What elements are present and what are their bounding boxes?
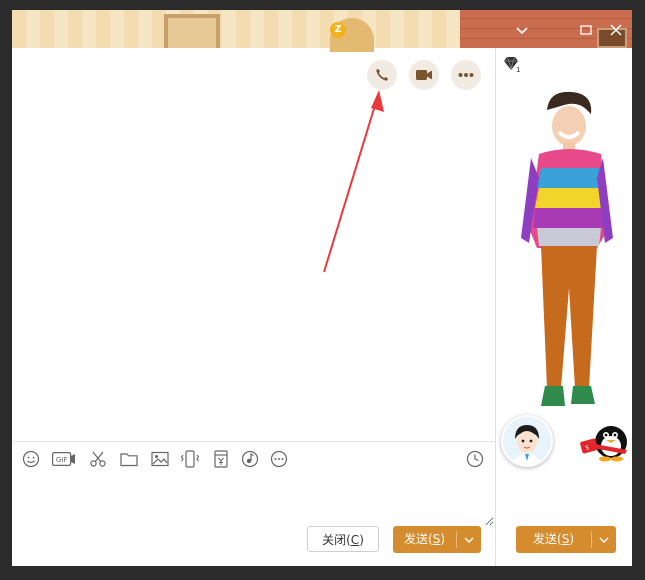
title-badge: Z (330, 22, 346, 38)
close-icon[interactable] (608, 22, 624, 38)
chevron-down-icon (599, 537, 609, 543)
shake-icon[interactable] (180, 450, 200, 468)
scissors-icon[interactable] (88, 450, 108, 468)
send-button-suffix: ) (440, 532, 445, 546)
send-button-secondary-label: 发送( (533, 532, 562, 546)
close-button-label: 关闭( (322, 533, 351, 547)
voice-call-button[interactable] (367, 60, 397, 90)
chevron-down-icon[interactable] (514, 22, 530, 38)
more-dots-icon (458, 73, 474, 77)
history-clock-icon[interactable] (465, 450, 485, 468)
avatar-character[interactable] (517, 88, 617, 418)
close-button-key: C (350, 533, 360, 547)
folder-icon[interactable] (119, 450, 139, 468)
send-button-secondary-suffix: ) (569, 532, 574, 546)
svg-text:1: 1 (516, 66, 520, 74)
more-circle-icon[interactable] (269, 450, 289, 468)
music-icon[interactable] (240, 450, 260, 468)
video-camera-icon (416, 70, 432, 80)
close-button[interactable]: 关闭(C) (307, 526, 379, 552)
emoji-icon[interactable] (21, 450, 41, 468)
qq-penguin-icon[interactable]: $ (577, 418, 629, 462)
gif-icon[interactable]: GIF (52, 450, 76, 468)
phone-icon (376, 69, 388, 81)
chevron-down-icon (464, 537, 474, 543)
send-button[interactable]: 发送(S) (393, 526, 481, 553)
contact-avatar[interactable] (501, 415, 553, 467)
send-button-secondary[interactable]: 发送(S) (516, 526, 616, 553)
chat-window: Z GIF 关闭(C) 发送(S) 发送(S) 1 $ (12, 10, 632, 566)
more-button[interactable] (451, 60, 481, 90)
send-button-label: 发送( (404, 532, 433, 546)
send-button-label-wrap[interactable]: 发送(S) (393, 526, 456, 553)
send-button-secondary-label-wrap[interactable]: 发送(S) (516, 526, 591, 553)
image-icon[interactable] (150, 450, 170, 468)
title-bar[interactable]: Z (12, 10, 632, 52)
send-options-dropdown-secondary[interactable] (592, 526, 616, 553)
video-call-button[interactable] (409, 60, 439, 90)
diamond-badge-icon[interactable]: 1 (501, 54, 521, 74)
restore-icon[interactable] (578, 22, 594, 38)
close-button-suffix: ) (359, 533, 364, 547)
title-decoration-frame (164, 14, 220, 48)
input-divider (12, 441, 495, 442)
svg-text:GIF: GIF (56, 456, 68, 464)
red-packet-icon[interactable] (211, 450, 231, 468)
message-input[interactable] (16, 472, 494, 526)
send-options-dropdown[interactable] (457, 526, 481, 553)
vertical-divider (495, 48, 496, 566)
